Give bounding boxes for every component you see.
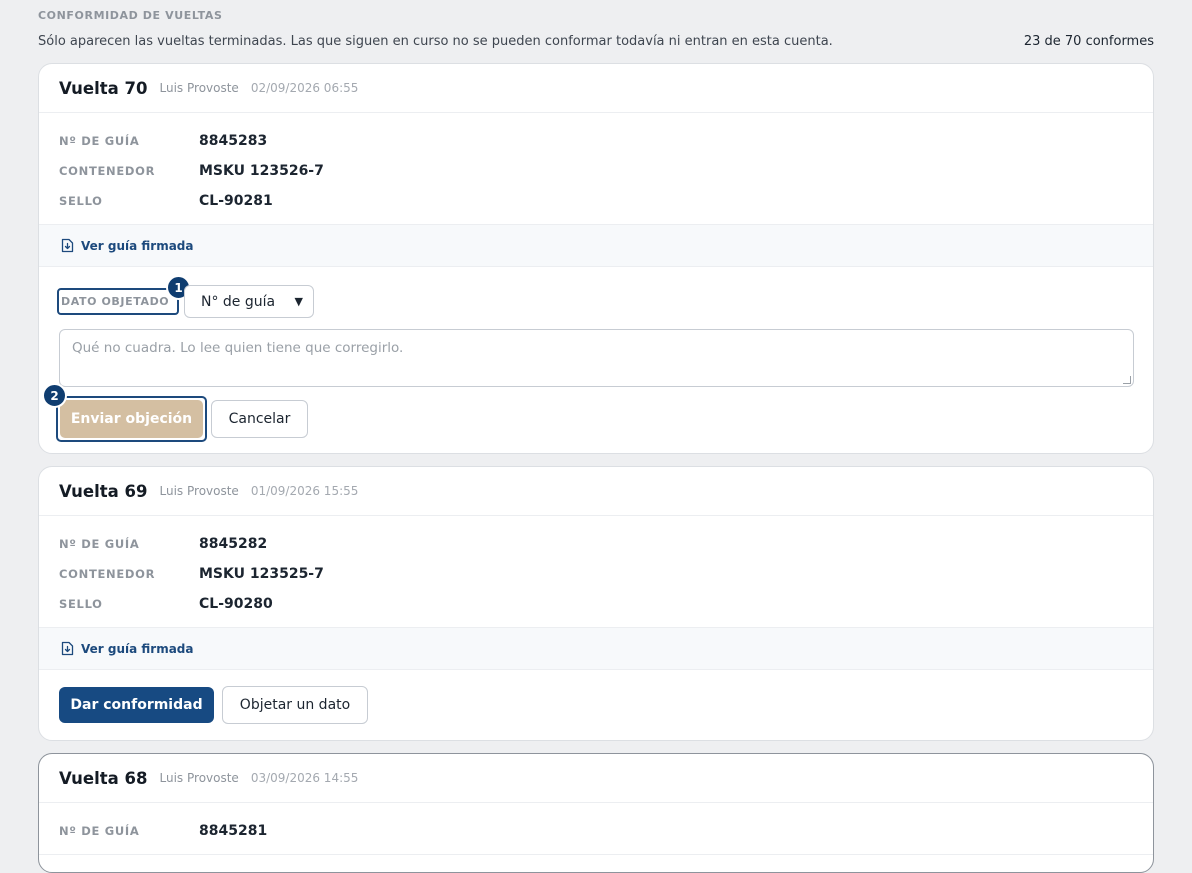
- field-value-sello: CL-90280: [199, 596, 273, 612]
- trip-card-68: Vuelta 68 Luis Provoste 03/09/2026 14:55…: [38, 753, 1154, 873]
- intro-text: Sólo aparecen las vueltas terminadas. La…: [38, 34, 833, 49]
- objection-form: DATO OBJETADO 1 N° de guía ▼ Qué no cuad…: [39, 267, 1153, 453]
- confirm-button[interactable]: Dar conformidad: [59, 687, 214, 723]
- trip-card-69: Vuelta 69 Luis Provoste 01/09/2026 15:55…: [38, 466, 1154, 741]
- chevron-down-icon: ▼: [294, 295, 303, 308]
- field-label-contenedor: CONTENEDOR: [59, 164, 156, 178]
- guide-row: Ver guía firmada: [39, 225, 1153, 267]
- trip-date: 03/09/2026 14:55: [250, 771, 359, 785]
- trip-title: Vuelta 68: [59, 768, 148, 788]
- driver-name: Luis Provoste: [159, 484, 239, 498]
- field-sello: SELLO CL-90281: [59, 186, 1133, 216]
- field-value-contenedor: MSKU 123526-7: [199, 163, 324, 179]
- field-contenedor: CONTENEDOR MSKU 123525-7: [59, 559, 1133, 589]
- trip-date: 01/09/2026 15:55: [250, 484, 359, 498]
- trip-title: Vuelta 70: [59, 78, 148, 98]
- card-header: Vuelta 69 Luis Provoste 01/09/2026 15:55: [39, 467, 1153, 516]
- field-label-guia: Nº DE GUÍA: [59, 537, 140, 551]
- field-label-sello: SELLO: [59, 194, 103, 208]
- document-download-icon: [61, 238, 74, 253]
- section-title: CONFORMIDAD DE VUELTAS: [38, 9, 223, 22]
- conformity-count: 23 de 70 conformes: [1023, 34, 1154, 49]
- field-value-guia: 8845281: [199, 823, 268, 839]
- trip-fields: Nº DE GUÍA 8845282 CONTENEDOR MSKU 12352…: [39, 516, 1153, 628]
- object-data-button[interactable]: Objetar un dato: [222, 686, 368, 724]
- objected-field-label: DATO OBJETADO: [57, 288, 179, 315]
- trip-fields: Nº DE GUÍA 8845281: [39, 803, 1153, 855]
- field-value-guia: 8845283: [199, 133, 268, 149]
- cancel-button[interactable]: Cancelar: [211, 400, 308, 438]
- field-label-sello: SELLO: [59, 597, 103, 611]
- textarea-placeholder: Qué no cuadra. Lo lee quien tiene que co…: [72, 340, 404, 356]
- field-label-contenedor: CONTENEDOR: [59, 567, 156, 581]
- select-value: N° de guía: [201, 293, 276, 310]
- field-value-contenedor: MSKU 123525-7: [199, 566, 324, 582]
- step-badge-2: 2: [42, 383, 67, 408]
- field-guia: Nº DE GUÍA 8845282: [59, 529, 1133, 559]
- view-signed-guide-link[interactable]: Ver guía firmada: [81, 239, 194, 253]
- field-label-guia: Nº DE GUÍA: [59, 134, 140, 148]
- guide-row: Ver guía firmada: [39, 628, 1153, 670]
- field-contenedor: CONTENEDOR MSKU 123526-7: [59, 156, 1133, 186]
- field-guia: Nº DE GUÍA 8845283: [59, 126, 1133, 156]
- resize-grip-icon[interactable]: [1123, 376, 1131, 384]
- objected-field-select[interactable]: N° de guía ▼: [184, 285, 314, 318]
- driver-name: Luis Provoste: [159, 81, 239, 95]
- trip-title: Vuelta 69: [59, 481, 148, 501]
- card-header: Vuelta 70 Luis Provoste 02/09/2026 06:55: [39, 64, 1153, 113]
- objection-textarea[interactable]: Qué no cuadra. Lo lee quien tiene que co…: [59, 329, 1134, 387]
- trip-date: 02/09/2026 06:55: [250, 81, 359, 95]
- driver-name: Luis Provoste: [159, 771, 239, 785]
- trip-fields: Nº DE GUÍA 8845283 CONTENEDOR MSKU 12352…: [39, 113, 1153, 225]
- field-value-guia: 8845282: [199, 536, 268, 552]
- field-value-sello: CL-90281: [199, 193, 273, 209]
- document-download-icon: [61, 641, 74, 656]
- field-guia: Nº DE GUÍA 8845281: [59, 816, 1133, 846]
- send-objection-button[interactable]: Enviar objeción: [60, 400, 203, 438]
- card-header: Vuelta 68 Luis Provoste 03/09/2026 14:55: [39, 754, 1153, 803]
- trip-actions: Dar conformidad Objetar un dato: [39, 670, 1153, 739]
- field-sello: SELLO CL-90280: [59, 589, 1133, 619]
- view-signed-guide-link[interactable]: Ver guía firmada: [81, 642, 194, 656]
- trip-card-70: Vuelta 70 Luis Provoste 02/09/2026 06:55…: [38, 63, 1154, 454]
